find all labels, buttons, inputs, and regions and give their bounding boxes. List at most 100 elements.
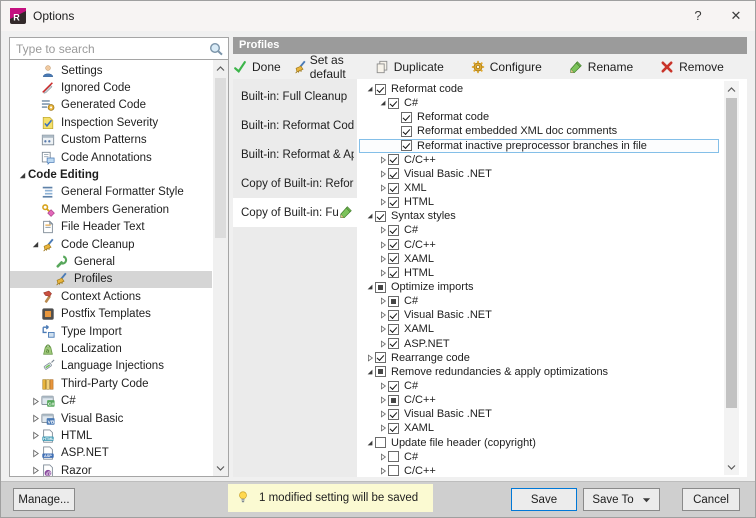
expand-arrow-icon[interactable]: [29, 449, 41, 458]
cleanup-option-rearrange-code[interactable]: Rearrange code: [359, 351, 719, 365]
expand-arrow-icon[interactable]: [377, 382, 388, 390]
sidebar-item-inspection-severity[interactable]: Inspection Severity: [10, 114, 212, 131]
cleanup-option-c-c++[interactable]: C/C++: [359, 238, 719, 252]
done-button[interactable]: Done: [233, 59, 281, 74]
cleanup-option-html[interactable]: HTML: [359, 195, 719, 209]
cleanup-option-syntax-styles[interactable]: Syntax styles: [359, 209, 719, 223]
expand-arrow-icon[interactable]: [364, 354, 375, 362]
checkbox[interactable]: [388, 154, 399, 165]
tree-scrollbar[interactable]: [724, 81, 739, 475]
cleanup-option-c#[interactable]: C#: [359, 450, 719, 464]
checkbox[interactable]: [375, 437, 386, 448]
sidebar-item-file-header-text[interactable]: File Header Text: [10, 219, 212, 236]
checkbox[interactable]: [401, 126, 412, 137]
sidebar-item-code-cleanup[interactable]: Code Cleanup: [10, 236, 212, 253]
sidebar-item-general-formatter-style[interactable]: General Formatter Style: [10, 184, 212, 201]
expand-arrow-icon[interactable]: [377, 297, 388, 305]
sidebar-item-html[interactable]: HTML HTML: [10, 427, 212, 444]
cleanup-option-c-c++[interactable]: C/C++: [359, 153, 719, 167]
sidebar-item-generated-code[interactable]: Generated Code: [10, 97, 212, 114]
sidebar-item-ignored-code[interactable]: Ignored Code: [10, 79, 212, 96]
cleanup-option-reformat-code[interactable]: Reformat code: [359, 82, 719, 96]
checkbox[interactable]: [375, 211, 386, 222]
expand-arrow-icon[interactable]: [377, 453, 388, 461]
scroll-down-button[interactable]: [724, 459, 739, 474]
collapse-arrow-icon[interactable]: [364, 368, 375, 376]
sidebar-item-visual-basic[interactable]: VB Visual Basic: [10, 410, 212, 427]
checkbox[interactable]: [388, 239, 399, 250]
expand-arrow-icon[interactable]: [377, 241, 388, 249]
cleanup-option-xaml[interactable]: XAML: [359, 421, 719, 435]
cleanup-option-remove-redundancies-apply-optimizations[interactable]: Remove redundancies & apply optimization…: [359, 365, 719, 379]
expand-arrow-icon[interactable]: [29, 414, 41, 423]
checkbox[interactable]: [375, 84, 386, 95]
sidebar-item-custom-patterns[interactable]: Custom Patterns: [10, 132, 212, 149]
checkbox[interactable]: [401, 140, 412, 151]
sidebar-item-members-generation[interactable]: Members Generation: [10, 201, 212, 218]
checkbox[interactable]: [388, 324, 399, 335]
sidebar-item-postfix-templates[interactable]: Postfix Templates: [10, 305, 212, 322]
checkbox[interactable]: [388, 267, 399, 278]
expand-arrow-icon[interactable]: [377, 156, 388, 164]
sidebar-item-language-injections[interactable]: Language Injections: [10, 358, 212, 375]
profile-item-built-in-full-cleanup[interactable]: Built-in: Full Cleanup: [233, 82, 357, 111]
cleanup-option-optimize-imports[interactable]: Optimize imports: [359, 280, 719, 294]
checkbox[interactable]: [401, 112, 412, 123]
sidebar-item-localization[interactable]: a Localization: [10, 340, 212, 357]
cleanup-option-visual-basic-net[interactable]: Visual Basic .NET: [359, 308, 719, 322]
checkbox[interactable]: [388, 465, 399, 476]
toolbar-button-configure[interactable]: Configure: [471, 59, 542, 74]
expand-arrow-icon[interactable]: [377, 255, 388, 263]
expand-arrow-icon[interactable]: [29, 466, 41, 475]
expand-arrow-icon[interactable]: [377, 396, 388, 404]
expand-arrow-icon[interactable]: [377, 467, 388, 475]
profile-item-copy-of-built-in-ful[interactable]: Copy of Built-in: Ful...: [233, 198, 357, 227]
checkbox[interactable]: [375, 352, 386, 363]
checkbox[interactable]: [388, 409, 399, 420]
scroll-down-button[interactable]: [213, 460, 228, 475]
toolbar-button-duplicate[interactable]: Duplicate: [375, 59, 444, 74]
cleanup-option-xml[interactable]: XML: [359, 181, 719, 195]
checkbox[interactable]: [388, 451, 399, 462]
checkbox[interactable]: [388, 395, 399, 406]
checkbox[interactable]: [388, 423, 399, 434]
collapse-arrow-icon[interactable]: [16, 171, 28, 180]
checkbox[interactable]: [375, 282, 386, 293]
cleanup-option-xaml[interactable]: XAML: [359, 322, 719, 336]
checkbox[interactable]: [388, 310, 399, 321]
checkbox[interactable]: [388, 225, 399, 236]
cleanup-option-asp-net[interactable]: ASP.NET: [359, 337, 719, 351]
checkbox[interactable]: [388, 168, 399, 179]
search-input[interactable]: [10, 38, 228, 59]
cleanup-option-c#[interactable]: C#: [359, 223, 719, 237]
sidebar-item-context-actions[interactable]: Context Actions: [10, 288, 212, 305]
collapse-arrow-icon[interactable]: [364, 85, 375, 93]
cleanup-option-visual-basic-net[interactable]: Visual Basic .NET: [359, 167, 719, 181]
scroll-up-button[interactable]: [213, 61, 228, 76]
cleanup-option-c#[interactable]: C#: [359, 294, 719, 308]
expand-arrow-icon[interactable]: [377, 410, 388, 418]
expand-arrow-icon[interactable]: [377, 325, 388, 333]
cleanup-option-visual-basic-net[interactable]: Visual Basic .NET: [359, 407, 719, 421]
scrollbar-thumb[interactable]: [215, 78, 226, 238]
expand-arrow-icon[interactable]: [377, 184, 388, 192]
expand-arrow-icon[interactable]: [377, 170, 388, 178]
scroll-up-button[interactable]: [724, 82, 739, 97]
profile-item-built-in-reformat-code[interactable]: Built-in: Reformat Code: [233, 111, 357, 140]
checkbox[interactable]: [388, 253, 399, 264]
sidebar-scrollbar[interactable]: [213, 60, 228, 476]
collapse-arrow-icon[interactable]: [377, 99, 388, 107]
expand-arrow-icon[interactable]: [29, 431, 41, 440]
cleanup-option-c-c++[interactable]: C/C++: [359, 393, 719, 407]
expand-arrow-icon[interactable]: [377, 198, 388, 206]
sidebar-item-general[interactable]: General: [10, 253, 212, 270]
expand-arrow-icon[interactable]: [377, 424, 388, 432]
sidebar-item-razor[interactable]: @ Razor: [10, 462, 212, 476]
checkbox[interactable]: [388, 197, 399, 208]
checkbox[interactable]: [388, 381, 399, 392]
cleanup-option-reformat-embedded-xml-doc-comments[interactable]: Reformat embedded XML doc comments: [359, 124, 719, 138]
sidebar-item-profiles[interactable]: Profiles: [10, 271, 212, 288]
expand-arrow-icon[interactable]: [29, 397, 41, 406]
scrollbar-thumb[interactable]: [726, 98, 737, 408]
checkbox[interactable]: [388, 183, 399, 194]
